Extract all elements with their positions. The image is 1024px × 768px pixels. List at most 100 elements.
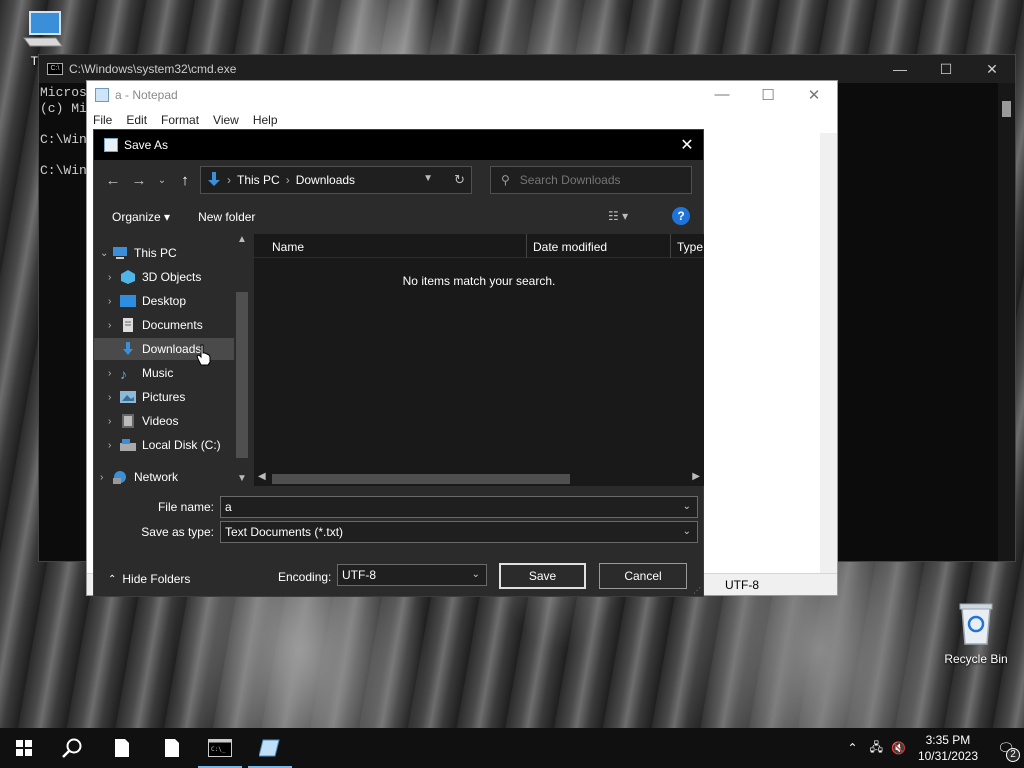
tree-item-this-pc[interactable]: ⌄ This PC: [100, 242, 234, 264]
recycle-bin-desktop-icon[interactable]: Recycle Bin: [940, 600, 1012, 666]
file-list[interactable]: Name Date modified Type No items match y…: [254, 234, 704, 486]
cancel-button[interactable]: Cancel: [599, 563, 687, 589]
navigation-bar: ← → ⌄ ↑ › This PC › Downloads ▼ ↻ ⚲: [94, 164, 703, 196]
cmd-maximize-button[interactable]: ☐: [923, 61, 969, 78]
forward-arrow-icon[interactable]: →: [126, 172, 152, 189]
tree-item-pictures[interactable]: › Pictures: [108, 386, 234, 408]
dialog-toolbar: Organize ▾ New folder ☷ ▾ ?: [94, 204, 703, 230]
clock-time: 3:35 PM: [925, 733, 971, 747]
notepad-minimize-button[interactable]: —: [699, 86, 745, 104]
navigation-scrollbar[interactable]: ▲ ▼: [234, 234, 250, 484]
resize-grip-icon[interactable]: ⋰: [693, 586, 701, 595]
start-button[interactable]: [0, 728, 48, 768]
notepad-title-bar[interactable]: a - Notepad — ☐ ✕: [87, 81, 837, 109]
notepad-icon: [104, 138, 118, 152]
search-icon: [62, 738, 82, 758]
tree-item-music[interactable]: › ♪ Music: [108, 362, 234, 384]
cmd-scrollbar[interactable]: [998, 83, 1015, 561]
menu-help[interactable]: Help: [253, 113, 278, 127]
cmd-scroll-thumb[interactable]: [1002, 101, 1011, 117]
chevron-right-icon: ›: [108, 415, 112, 427]
menu-file[interactable]: File: [93, 113, 112, 127]
notepad-close-button[interactable]: ✕: [791, 86, 837, 104]
chevron-down-icon[interactable]: ⌄: [472, 569, 480, 580]
desktop-folder-icon: [120, 295, 136, 307]
column-divider[interactable]: [526, 234, 527, 258]
view-options-icon[interactable]: ☷ ▾: [608, 209, 628, 223]
new-folder-button[interactable]: New folder: [198, 210, 255, 224]
recent-dropdown-icon[interactable]: ⌄: [152, 175, 172, 186]
cmd-title-bar[interactable]: C:\ C:\Windows\system32\cmd.exe — ☐ ✕: [39, 55, 1015, 83]
music-icon: ♪: [120, 366, 127, 382]
encoding-select[interactable]: UTF-8 ⌄: [337, 564, 487, 586]
organize-button[interactable]: Organize ▾: [112, 210, 170, 224]
dialog-title-bar[interactable]: Save As ✕: [94, 130, 703, 160]
column-name[interactable]: Name: [272, 240, 304, 254]
menu-view[interactable]: View: [213, 113, 239, 127]
search-taskbar-button[interactable]: [48, 728, 96, 768]
chevron-up-icon[interactable]: ⌃: [848, 741, 858, 755]
taskbar-notepad[interactable]: [246, 728, 294, 768]
notepad-scrollbar[interactable]: [820, 133, 837, 573]
hscroll-thumb[interactable]: [272, 474, 570, 484]
volume-muted-icon[interactable]: 🔇: [891, 741, 906, 755]
file-name-input[interactable]: a ⌄: [220, 496, 698, 518]
dialog-title: Save As: [124, 138, 169, 152]
empty-message: No items match your search.: [402, 274, 556, 288]
chevron-down-icon[interactable]: ⌄: [683, 501, 691, 512]
notepad-maximize-button[interactable]: ☐: [745, 86, 791, 104]
search-box[interactable]: ⚲: [490, 166, 692, 194]
navigation-pane[interactable]: ⌄ This PC › 3D Objects › Desktop › Docum…: [94, 234, 252, 484]
notification-center-button[interactable]: 🗨 2: [988, 740, 1024, 762]
address-bar[interactable]: › This PC › Downloads ▼ ↻: [200, 166, 472, 194]
scroll-right-icon[interactable]: ▶: [692, 471, 700, 482]
tree-item-3d-objects[interactable]: › 3D Objects: [108, 266, 234, 288]
windows-logo-icon: [16, 740, 32, 756]
scroll-left-icon[interactable]: ◀: [258, 471, 266, 482]
refresh-icon[interactable]: ↻: [454, 172, 465, 188]
help-icon[interactable]: ?: [672, 207, 690, 225]
notepad-icon: [259, 739, 280, 757]
column-header-row: Name Date modified Type: [254, 234, 704, 258]
back-arrow-icon[interactable]: ←: [100, 172, 126, 189]
up-arrow-icon[interactable]: ↑: [172, 172, 198, 189]
taskbar-file-2[interactable]: [148, 728, 196, 768]
tree-item-documents[interactable]: › Documents: [108, 314, 234, 336]
menu-format[interactable]: Format: [161, 113, 199, 127]
save-as-dialog[interactable]: Save As ✕ ← → ⌄ ↑ › This PC › Downloads …: [93, 129, 704, 597]
navigation-scroll-thumb[interactable]: [236, 292, 248, 458]
tree-item-network[interactable]: › Network: [100, 466, 234, 488]
search-icon: ⚲: [501, 173, 510, 187]
downloads-folder-icon: [208, 172, 220, 186]
tree-item-videos[interactable]: › Videos: [108, 410, 234, 432]
column-type[interactable]: Type: [677, 240, 703, 254]
clock[interactable]: 3:35 PM 10/31/2023: [918, 732, 978, 764]
hide-folders-button[interactable]: ⌃ Hide Folders: [108, 572, 190, 586]
network-icon[interactable]: 🖧: [870, 738, 883, 759]
hand-cursor-icon: [196, 344, 211, 366]
menu-edit[interactable]: Edit: [126, 113, 147, 127]
taskbar: C:\_ ⌃ 🖧 🔇 3:35 PM 10/31/2023 🗨 2: [0, 728, 1024, 768]
breadcrumb-downloads[interactable]: Downloads: [296, 173, 355, 187]
chevron-right-icon: ›: [108, 367, 112, 379]
tree-item-desktop[interactable]: › Desktop: [108, 290, 234, 312]
column-date-modified[interactable]: Date modified: [533, 240, 607, 254]
address-dropdown-icon[interactable]: ▼: [423, 173, 433, 184]
taskbar-cmd[interactable]: C:\_: [196, 728, 244, 768]
taskbar-file-1[interactable]: [98, 728, 146, 768]
notepad-title: a - Notepad: [115, 88, 178, 102]
save-as-type-select[interactable]: Text Documents (*.txt) ⌄: [220, 521, 698, 543]
column-divider[interactable]: [670, 234, 671, 258]
scroll-down-icon[interactable]: ▼: [237, 473, 247, 484]
breadcrumb-this-pc[interactable]: This PC: [237, 173, 280, 187]
tree-item-local-disk[interactable]: › Local Disk (C:): [108, 434, 234, 456]
file-list-hscrollbar[interactable]: ◀ ▶: [254, 470, 704, 486]
cmd-close-button[interactable]: ✕: [969, 61, 1015, 78]
chevron-down-icon[interactable]: ⌄: [683, 526, 691, 537]
save-button[interactable]: Save: [499, 563, 586, 589]
scroll-up-icon[interactable]: ▲: [237, 234, 247, 245]
cmd-minimize-button[interactable]: —: [877, 61, 923, 78]
dialog-close-icon[interactable]: ✕: [671, 135, 703, 155]
search-input[interactable]: [519, 173, 670, 187]
tree-item-downloads[interactable]: Downloads: [94, 338, 234, 360]
